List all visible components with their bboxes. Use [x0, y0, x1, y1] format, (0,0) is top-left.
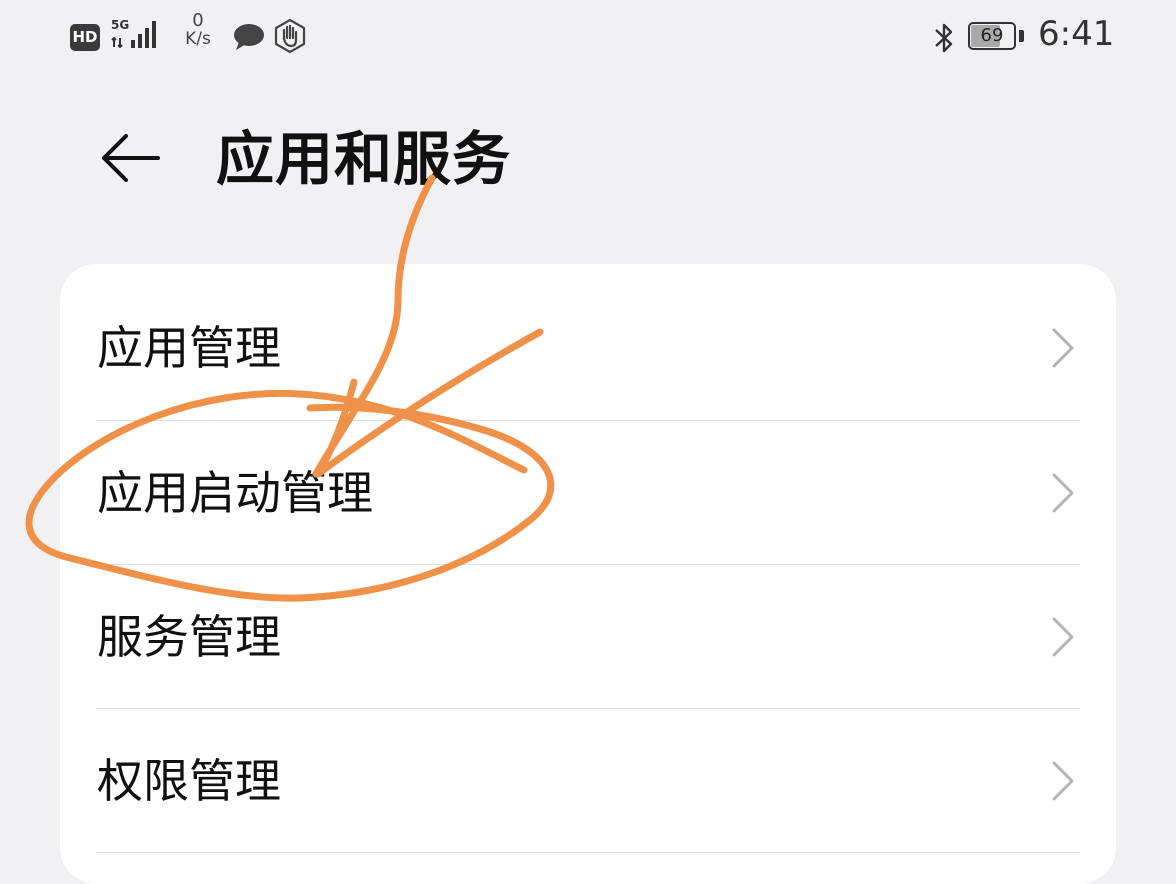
- chat-icon: [234, 24, 264, 50]
- status-bar: HD 5G 0 K/s 69 6:41: [0, 0, 1176, 78]
- chevron-right-icon: [1052, 328, 1074, 368]
- clock: 6:41: [1038, 14, 1115, 54]
- menu-item-service-management[interactable]: 服务管理: [60, 565, 1116, 709]
- hd-icon: HD: [70, 24, 100, 51]
- battery-tip: [1019, 30, 1024, 42]
- settings-card: 应用管理 应用启动管理 服务管理 权限管理: [60, 264, 1116, 884]
- hand-icon: [274, 18, 306, 54]
- net-speed-unit: K/s: [185, 28, 211, 49]
- chevron-right-icon: [1052, 617, 1074, 657]
- menu-item-label: 权限管理: [97, 754, 281, 808]
- back-button[interactable]: [92, 124, 172, 194]
- bluetooth-icon: [935, 23, 953, 53]
- menu-item-label: 应用启动管理: [97, 466, 373, 520]
- battery-level: 69: [980, 25, 1004, 46]
- network-type-label: 5G: [111, 18, 129, 32]
- menu-item-app-management[interactable]: 应用管理: [60, 276, 1116, 420]
- menu-item-label: 服务管理: [97, 610, 281, 664]
- menu-item-label: 应用管理: [97, 321, 281, 375]
- page-title: 应用和服务: [216, 125, 512, 193]
- divider: [96, 852, 1080, 853]
- chevron-right-icon: [1052, 761, 1074, 801]
- chevron-right-icon: [1052, 473, 1074, 513]
- menu-item-permission-management[interactable]: 权限管理: [60, 709, 1116, 853]
- signal-5g-icon: 5G: [111, 18, 156, 49]
- network-speed: 0 K/s: [176, 11, 220, 49]
- menu-item-app-launch-management[interactable]: 应用启动管理: [60, 421, 1116, 565]
- battery-icon: 69: [968, 22, 1026, 54]
- back-arrow-icon: [102, 134, 160, 182]
